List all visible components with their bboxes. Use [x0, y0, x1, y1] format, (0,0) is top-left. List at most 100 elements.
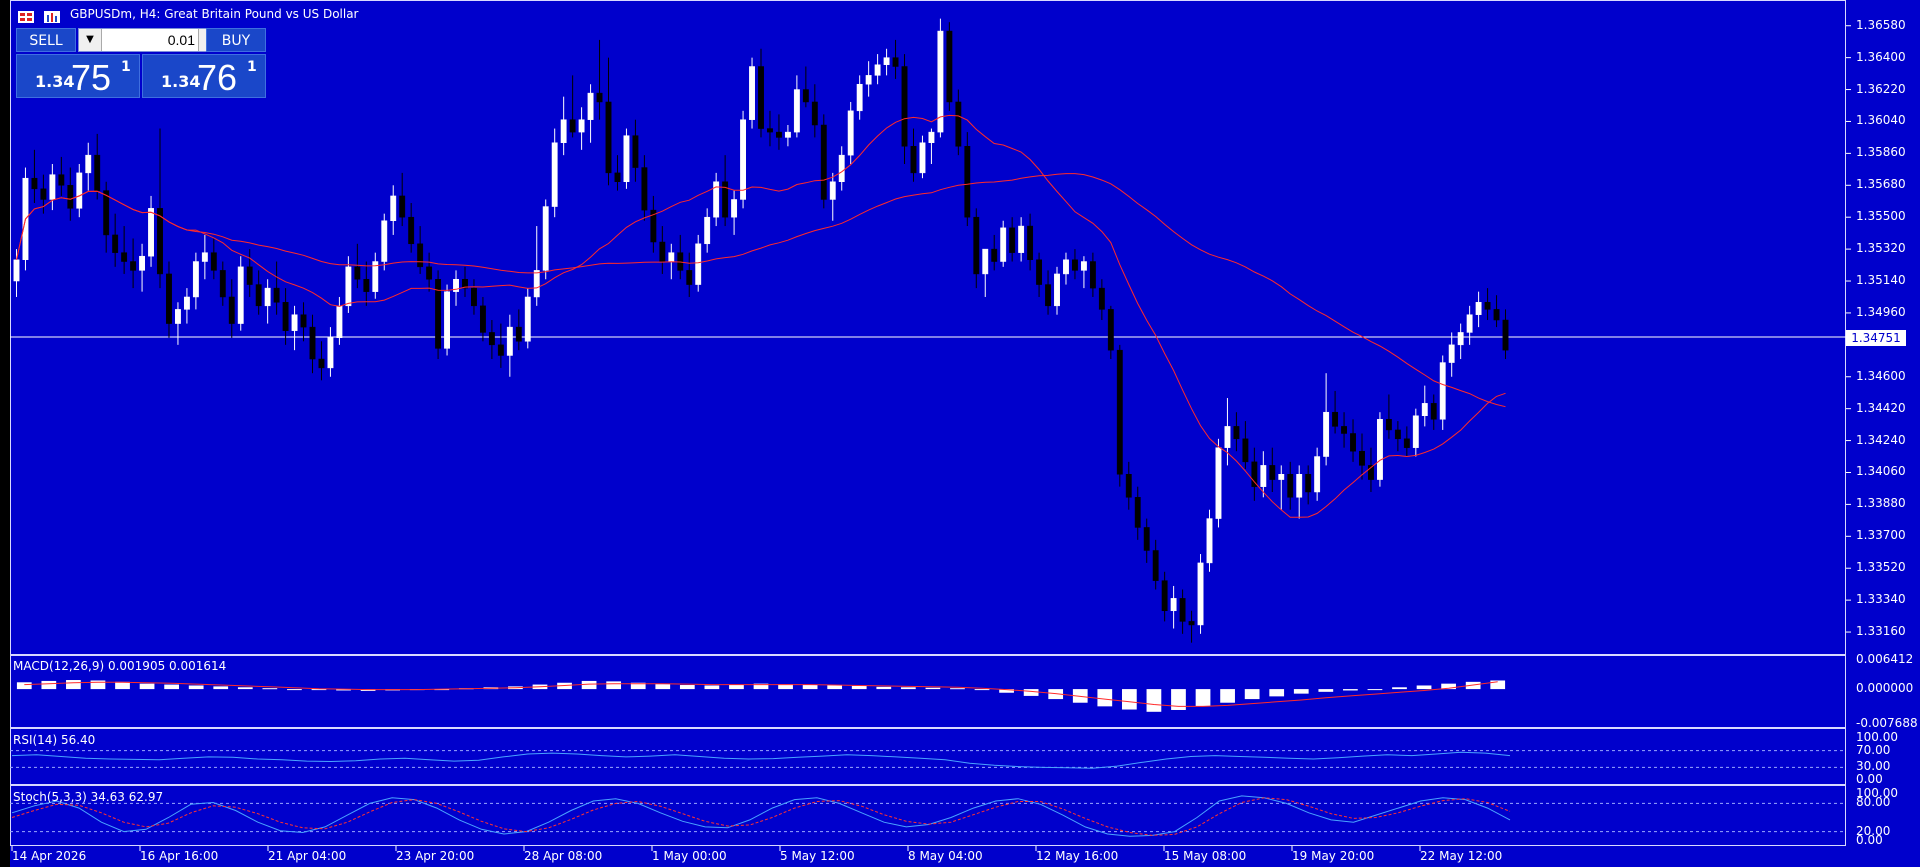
candle-body: [282, 302, 289, 331]
candle-body: [327, 337, 334, 369]
macd-axis-label: -0.007688: [1856, 716, 1918, 730]
time-axis-label: 12 May 16:00: [1036, 849, 1119, 863]
candle-body: [695, 243, 702, 285]
macd-histogram-bar: [655, 684, 671, 690]
candle-body: [237, 266, 244, 324]
time-axis-label: 1 May 00:00: [652, 849, 727, 863]
candle-body: [426, 266, 433, 280]
candle-body: [955, 101, 962, 147]
candle-body: [1152, 550, 1159, 581]
trading-chart-window: GBPUSDm, H4: Great Britain Pound vs US D…: [0, 0, 1920, 867]
time-axis-label: 19 May 20:00: [1292, 849, 1375, 863]
price-axis-label: 1.35140: [1856, 273, 1906, 288]
sell-button[interactable]: SELL: [16, 28, 76, 52]
macd-histogram-bar: [164, 684, 179, 690]
price-axis-label: 1.34060: [1856, 464, 1906, 479]
candle-body: [1430, 403, 1437, 420]
candle-body: [1063, 259, 1069, 275]
sell-price-pips: 75: [71, 57, 112, 98]
chart-window-icon: [18, 11, 34, 23]
candle-body: [605, 101, 612, 174]
candle-body: [201, 252, 208, 262]
candle-body: [300, 314, 307, 328]
candle-body: [668, 252, 675, 262]
chart-bars-icon: [44, 11, 60, 23]
time-axis-label: 8 May 04:00: [908, 849, 983, 863]
time-axis-label: 22 May 12:00: [1420, 849, 1503, 863]
candle-body: [157, 208, 163, 275]
stoch-axis-label: 80.00: [1856, 795, 1891, 810]
macd-histogram-bar: [1367, 689, 1383, 691]
time-axis-label: 14 Apr 2026: [12, 849, 87, 863]
candle-body: [1305, 474, 1312, 493]
candle-body: [1027, 225, 1034, 260]
candle-body: [569, 119, 576, 133]
price-axis-label: 1.35680: [1856, 177, 1906, 192]
candle-body: [856, 83, 863, 112]
candle-body: [1457, 332, 1464, 346]
candle-body: [336, 305, 343, 339]
candle-body: [1394, 429, 1401, 440]
volume-input[interactable]: [103, 31, 195, 49]
price-axis-label: 1.33340: [1856, 592, 1906, 607]
candle-body: [399, 195, 406, 218]
candle-body: [892, 57, 899, 67]
sell-price-box[interactable]: 1.34 75 1: [16, 54, 140, 98]
stoch-axis-label: 0.00: [1856, 833, 1883, 847]
stoch-label: Stoch(5,3,3) 34.63 62.97: [13, 790, 164, 804]
candle-body: [1089, 261, 1096, 289]
candle-body: [1359, 450, 1365, 466]
candle-body: [641, 167, 648, 211]
candle-body: [1143, 527, 1150, 551]
candle-body: [1350, 433, 1356, 452]
candle-body: [318, 358, 325, 369]
volume-decrease-button[interactable]: ▼: [79, 29, 102, 51]
candle-body: [946, 30, 953, 103]
macd-histogram-bar: [1146, 689, 1162, 712]
price-axis-label: 1.34420: [1856, 400, 1906, 415]
candle-body: [515, 326, 522, 342]
candle-body: [1098, 287, 1105, 310]
candle-body: [345, 266, 352, 307]
candle-body: [623, 135, 630, 182]
candle-body: [228, 296, 235, 324]
chart-canvas[interactable]: [0, 0, 1920, 867]
candle-body: [865, 75, 872, 85]
candle-body: [103, 190, 110, 236]
macd-histogram-bar: [1392, 687, 1407, 690]
candle-body: [784, 131, 791, 138]
volume-stepper[interactable]: ▼ ▲: [78, 28, 222, 52]
macd-axis-label: 0.000000: [1856, 681, 1914, 696]
candle-body: [775, 131, 782, 138]
candle-body: [444, 291, 450, 349]
time-axis-label: 16 Apr 16:00: [140, 849, 219, 863]
candle-body: [121, 252, 128, 262]
sell-price-prefix: 1.34: [35, 72, 75, 91]
price-axis-label: 1.36580: [1856, 17, 1906, 32]
candle-body: [363, 278, 370, 292]
candle-body: [767, 128, 773, 133]
macd-axis-label: 0.006412: [1856, 652, 1914, 666]
candle-body: [1466, 314, 1473, 333]
candle-body: [1224, 426, 1231, 448]
macd-histogram-bar: [802, 684, 818, 690]
macd-histogram-bar: [1195, 689, 1211, 707]
macd-histogram-bar: [115, 681, 130, 690]
candle-body: [1323, 411, 1330, 457]
buy-button[interactable]: BUY: [206, 28, 266, 52]
candle-body: [802, 89, 809, 103]
candle-body: [838, 154, 845, 182]
rsi-axis-label: 0.00: [1856, 772, 1883, 786]
candle-body: [793, 89, 800, 133]
current-price-tag: 1.34751: [1846, 330, 1906, 346]
macd-histogram-bar: [41, 680, 57, 690]
macd-histogram-bar: [900, 687, 916, 690]
price-axis-label: 1.36220: [1856, 81, 1906, 96]
macd-histogram-bar: [1416, 685, 1432, 690]
rsi-axis-label: 70.00: [1856, 742, 1891, 757]
candle-body: [1215, 447, 1222, 519]
buy-price-box[interactable]: 1.34 76 1: [142, 54, 266, 98]
macd-histogram-bar: [581, 680, 597, 690]
candle-body: [1206, 518, 1213, 564]
candle-body: [390, 195, 397, 221]
